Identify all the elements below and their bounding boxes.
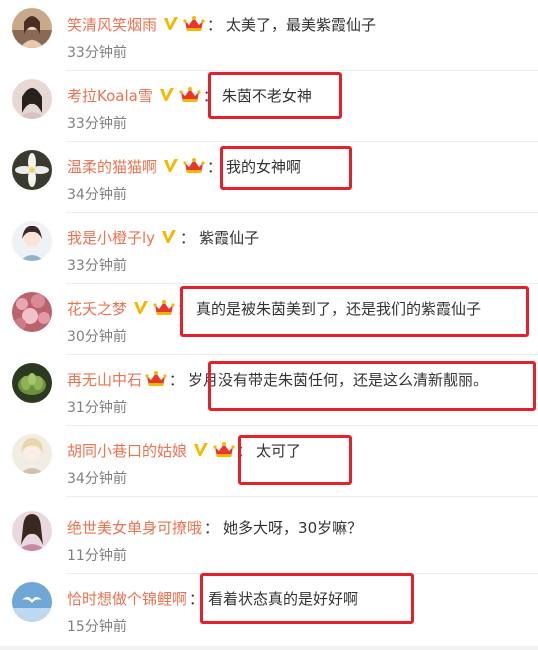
verified-badge-icon xyxy=(132,299,150,317)
username-link[interactable]: 绝世美女单身可撩哦 xyxy=(67,517,202,538)
comment-time: 31分钟前 xyxy=(67,400,127,416)
username-link[interactable]: 花夭之梦 xyxy=(67,298,127,319)
fan-crown-icon xyxy=(183,14,205,34)
verified-badge-icon xyxy=(160,228,178,246)
username-link[interactable]: 胡同小巷口的姑娘 xyxy=(67,440,187,461)
username-link[interactable]: 我是小橙子ly xyxy=(67,227,155,248)
username-link[interactable]: 再无山中石 xyxy=(67,369,142,390)
username-link[interactable]: 笑清风笑烟雨 xyxy=(67,14,157,35)
cartoon-girl-avatar[interactable] xyxy=(12,221,52,261)
fan-crown-icon xyxy=(179,85,201,105)
username-link[interactable]: 考拉Koala雪 xyxy=(67,85,153,106)
username-link[interactable]: 温柔的猫猫啊 xyxy=(67,156,157,177)
comment-text: 太美了，最美紫霞仙子 xyxy=(226,15,377,34)
bottom-strip xyxy=(0,646,538,650)
comment-text: 她多大呀，30岁嘛？ xyxy=(223,518,363,537)
comment-time: 15分钟前 xyxy=(67,619,127,635)
succulent-plant-avatar[interactable] xyxy=(12,363,52,403)
comment-time: 30分钟前 xyxy=(67,329,127,345)
comment-time: 11分钟前 xyxy=(67,548,127,564)
comment-text: 紫霞仙子 xyxy=(199,228,260,247)
highlight-box xyxy=(238,435,352,485)
white-flower-avatar[interactable] xyxy=(12,150,52,190)
comment-item: 笑清风笑烟雨 ： 太美了，最美紫霞仙子 33分钟前 xyxy=(0,0,538,71)
colon: ： xyxy=(169,370,185,389)
verified-badge-icon xyxy=(162,157,180,175)
highlight-box xyxy=(200,573,414,624)
comment-item: 绝世美女单身可撩哦 ： 她多大呀，30岁嘛？ 11分钟前 xyxy=(0,503,538,574)
comment-list: 笑清风笑烟雨 ： 太美了，最美紫霞仙子 33分钟前 考拉Koala雪 ： 朱茵不… xyxy=(0,0,538,650)
fan-crown-icon xyxy=(153,298,175,318)
verified-badge-icon xyxy=(192,441,210,459)
comment-time: 33分钟前 xyxy=(67,45,127,61)
comment-item: 我是小橙子ly ： 紫霞仙子 33分钟前 xyxy=(0,213,538,284)
colon: ： xyxy=(207,15,223,34)
girl-portrait-avatar[interactable] xyxy=(12,79,52,119)
fan-crown-icon xyxy=(145,369,167,389)
divider xyxy=(66,496,538,497)
comment-time: 34分钟前 xyxy=(67,471,127,487)
highlight-box xyxy=(208,361,536,411)
woman-portrait-avatar[interactable] xyxy=(12,8,52,48)
fan-crown-icon xyxy=(213,440,235,460)
colon: ： xyxy=(180,228,196,247)
verified-badge-icon xyxy=(158,86,176,104)
comment-time: 33分钟前 xyxy=(67,116,127,132)
username-link[interactable]: 恰时想做个锦鲤啊 xyxy=(67,588,187,609)
pink-flowers-avatar[interactable] xyxy=(12,292,52,332)
highlight-box xyxy=(208,72,342,119)
fan-crown-icon xyxy=(183,156,205,176)
comment-time: 33分钟前 xyxy=(67,258,127,274)
verified-badge-icon xyxy=(162,15,180,33)
woman-photo-avatar[interactable] xyxy=(12,511,52,551)
highlight-box xyxy=(220,146,352,190)
highlight-box xyxy=(180,286,529,337)
comment-time: 34分钟前 xyxy=(67,187,127,203)
sky-bird-avatar[interactable] xyxy=(12,582,52,622)
colon: ： xyxy=(204,518,220,537)
anime-character-avatar[interactable] xyxy=(12,434,52,474)
